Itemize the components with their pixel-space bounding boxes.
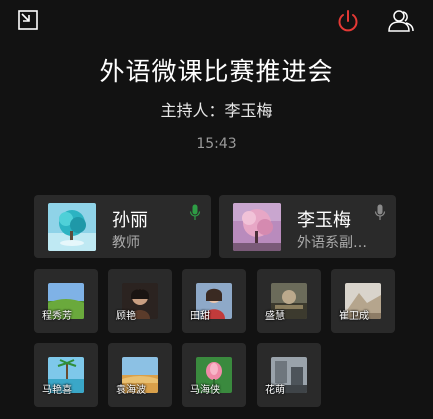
participant-name: 马海侠 [190, 385, 220, 396]
participant-tile[interactable]: 马艳喜 [34, 343, 98, 407]
speaker-name: 李玉梅 [297, 210, 351, 231]
participant-name: 顾艳 [116, 311, 136, 322]
participant-name: 花萌 [265, 385, 285, 396]
participant-name: 田甜 [190, 311, 210, 322]
speaker-role: 外语系副… [297, 235, 367, 251]
microphone-icon [374, 204, 386, 220]
participant-tile[interactable]: 顾艳 [108, 269, 172, 333]
participant-tile[interactable]: 袁海波 [108, 343, 172, 407]
avatar [233, 203, 281, 251]
participant-tile[interactable]: 程秀芳 [34, 269, 98, 333]
participant-name: 程秀芳 [42, 311, 72, 322]
minimize-window-icon[interactable] [18, 10, 38, 30]
meeting-host: 主持人：李玉梅 [160, 101, 273, 120]
participant-tile[interactable]: 盛慧 [257, 269, 321, 333]
speaker-name: 孙丽 [112, 210, 148, 231]
meeting-timer: 15:43 [196, 136, 237, 152]
participant-tile[interactable]: 马海侠 [182, 343, 246, 407]
participant-tile[interactable]: 田甜 [182, 269, 246, 333]
participant-name: 马艳喜 [42, 385, 72, 396]
power-hangup-icon[interactable] [336, 9, 360, 33]
meeting-title: 外语微课比赛推进会 [99, 57, 334, 86]
participant-tile[interactable]: 花萌 [257, 343, 321, 407]
avatar [48, 203, 96, 251]
participant-name: 崔卫成 [339, 311, 369, 322]
participant-name: 袁海波 [116, 385, 146, 396]
speaker-role: 教师 [112, 235, 140, 251]
members-icon[interactable] [388, 9, 414, 33]
participant-name: 盛慧 [265, 311, 285, 322]
speaker-card[interactable]: 孙丽 教师 [34, 195, 211, 258]
microphone-icon [189, 204, 201, 220]
participant-tile[interactable]: 崔卫成 [331, 269, 395, 333]
speaker-card[interactable]: 李玉梅 外语系副… [219, 195, 396, 258]
